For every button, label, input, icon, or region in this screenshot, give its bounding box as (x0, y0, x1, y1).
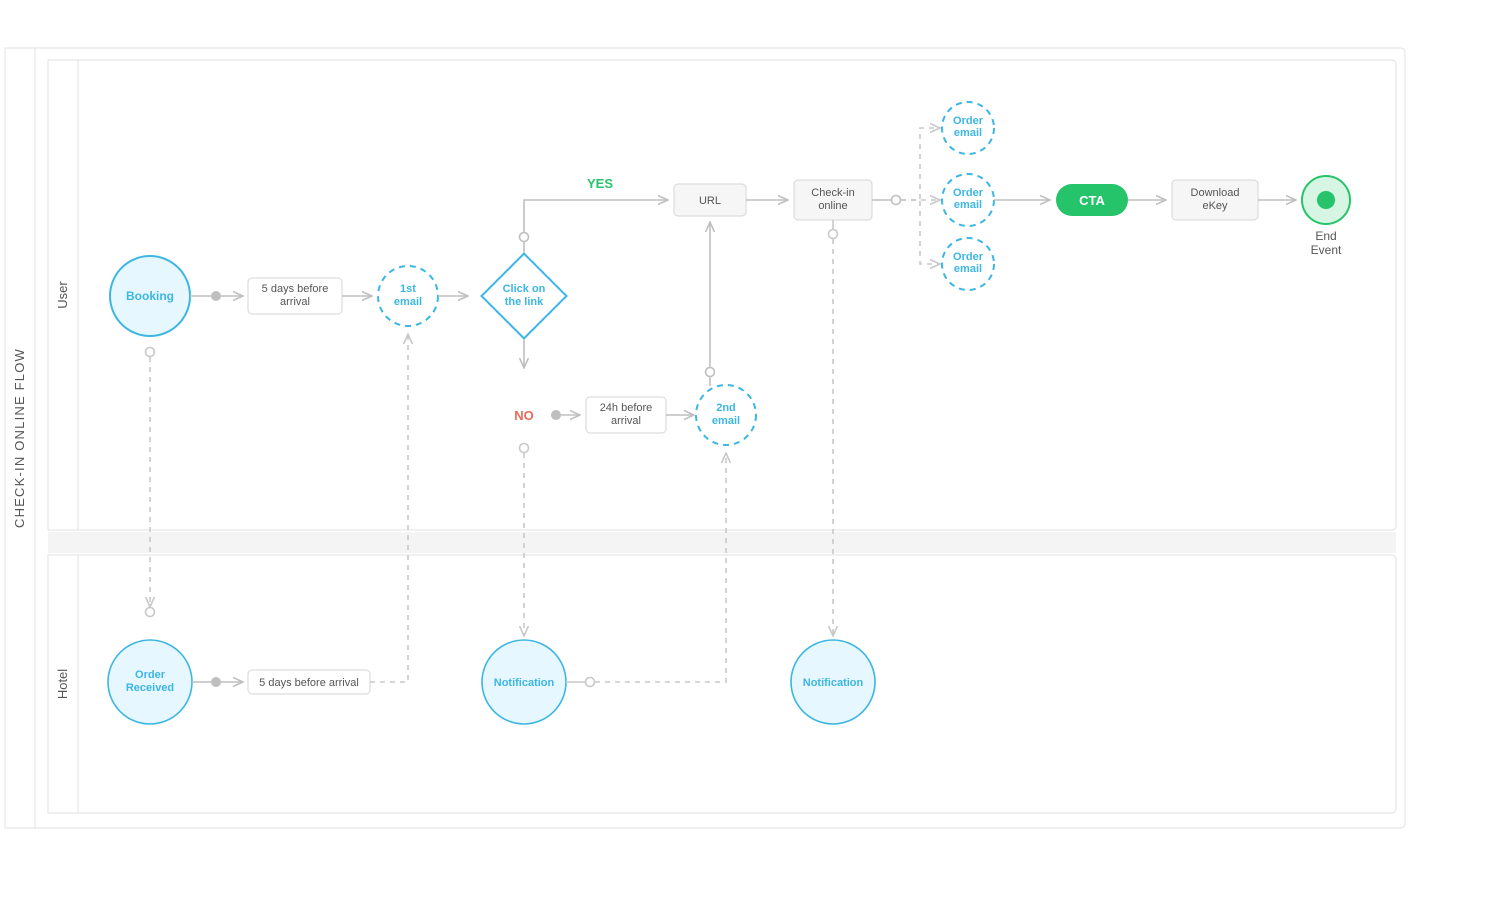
lane-hotel: Hotel (55, 669, 70, 699)
pool-title: CHECK-IN ONLINE FLOW (12, 348, 27, 528)
notif2-label: Notification (803, 677, 864, 689)
oe2-label: Orderemail (953, 187, 984, 211)
flow-diagram: CHECK-IN ONLINE FLOW User Hotel Booking … (0, 0, 1500, 900)
oe3-label: Orderemail (953, 251, 984, 275)
oe1-label: Orderemail (953, 115, 984, 139)
yes-label: YES (587, 176, 613, 191)
url-label: URL (699, 195, 721, 207)
no-label: NO (514, 408, 534, 423)
wait5b-label: 5 days before arrival (259, 677, 359, 689)
lane-user: User (55, 281, 70, 309)
svg-text:Click onthe link: Click onthe link (503, 283, 546, 308)
booking-label: Booking (126, 289, 174, 303)
cta-label: CTA (1079, 193, 1105, 208)
node-end (1302, 176, 1350, 224)
notif1-label: Notification (494, 677, 555, 689)
